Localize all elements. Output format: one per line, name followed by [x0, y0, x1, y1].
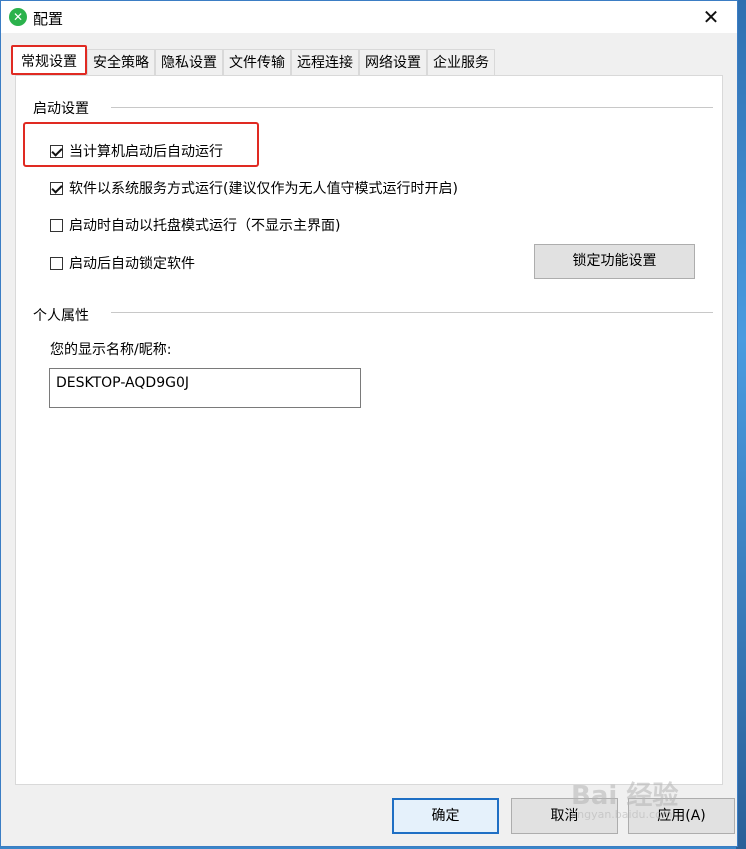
option-label: 当计算机启动后自动运行 — [69, 144, 223, 160]
title-bar: ✕ 配置 ✕ — [1, 1, 737, 33]
app-icon: ✕ — [9, 8, 27, 26]
ok-button[interactable]: 确定 — [392, 798, 499, 834]
option-auto-lock[interactable]: 启动后自动锁定软件 — [50, 253, 195, 273]
option-service-mode[interactable]: 软件以系统服务方式运行(建议仅作为无人值守模式运行时开启) — [50, 178, 458, 198]
tab-security[interactable]: 安全策略 — [87, 49, 155, 75]
display-name-input[interactable]: DESKTOP-AQD9G0J — [49, 368, 361, 408]
group-divider — [111, 312, 713, 313]
startup-group-title: 启动设置 — [33, 101, 89, 117]
tab-general[interactable]: 常规设置 — [11, 45, 87, 75]
tab-remote-connection[interactable]: 远程连接 — [291, 49, 359, 75]
checkbox-auto-lock[interactable] — [50, 256, 63, 270]
apply-button[interactable]: 应用(A) — [628, 798, 735, 834]
close-button[interactable]: ✕ — [691, 3, 731, 31]
tab-file-transfer[interactable]: 文件传输 — [223, 49, 291, 75]
checkbox-tray-mode[interactable] — [50, 218, 63, 232]
tab-network[interactable]: 网络设置 — [359, 49, 427, 75]
display-name-label: 您的显示名称/昵称: — [50, 342, 172, 358]
option-label: 软件以系统服务方式运行(建议仅作为无人值守模式运行时开启) — [69, 181, 458, 197]
tab-bar: 常规设置 安全策略 隐私设置 文件传输 远程连接 网络设置 企业服务 — [11, 45, 495, 75]
tab-enterprise[interactable]: 企业服务 — [427, 49, 495, 75]
settings-dialog: ✕ 配置 ✕ 常规设置 安全策略 隐私设置 文件传输 远程连接 网络设置 企业服… — [0, 0, 738, 847]
checkbox-service-mode[interactable] — [50, 181, 63, 195]
option-label: 启动后自动锁定软件 — [69, 256, 195, 272]
option-tray-mode[interactable]: 启动时自动以托盘模式运行（不显示主界面) — [50, 215, 340, 235]
checkbox-auto-run[interactable] — [50, 144, 63, 158]
group-divider — [111, 107, 713, 108]
lock-settings-button[interactable]: 锁定功能设置 — [534, 244, 695, 279]
window-title: 配置 — [33, 10, 64, 28]
personal-group-title: 个人属性 — [33, 308, 89, 324]
tab-privacy[interactable]: 隐私设置 — [155, 49, 223, 75]
cancel-button[interactable]: 取消 — [511, 798, 618, 834]
option-label: 启动时自动以托盘模式运行（不显示主界面) — [69, 218, 341, 234]
option-auto-run[interactable]: 当计算机启动后自动运行 — [50, 141, 223, 161]
